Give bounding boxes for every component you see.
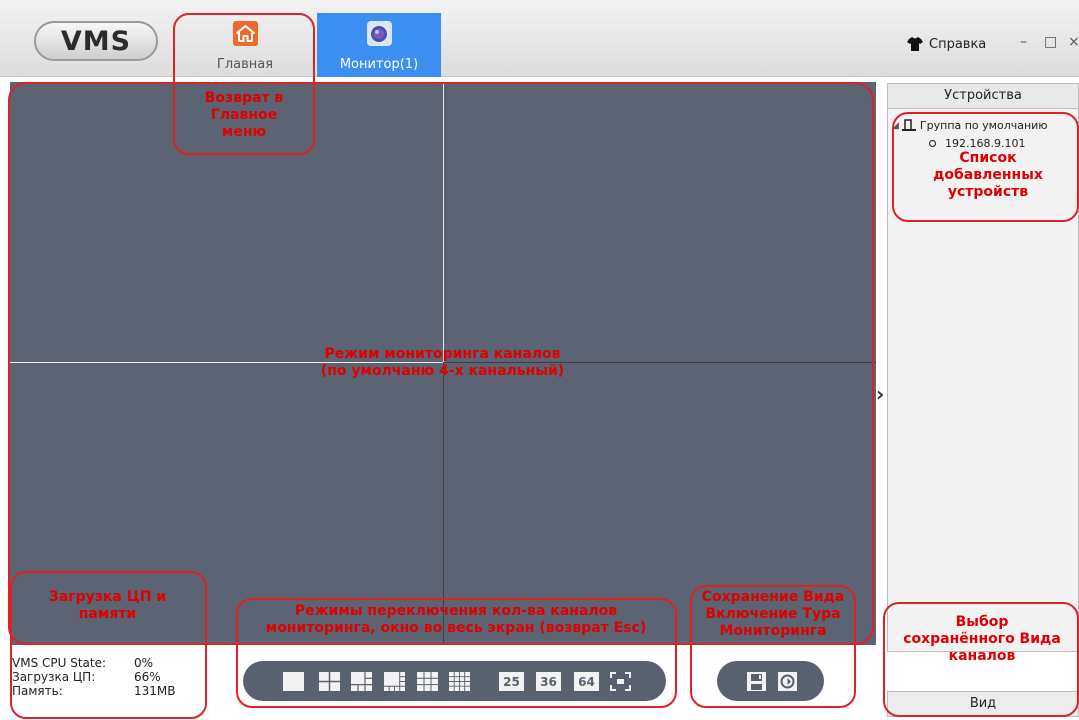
annotation-channels: Режим мониторинга каналов (по умолчаню 4… (320, 346, 565, 379)
devices-header[interactable]: Устройства (887, 83, 1079, 109)
annotation-devices: Список добавленных устройств (933, 150, 1043, 200)
annotation-save-view: Сохранение Вида Включение Тура Мониторин… (701, 589, 845, 639)
minimize-button[interactable]: – (1020, 34, 1027, 50)
close-button[interactable]: × (1068, 34, 1079, 50)
maximize-button[interactable]: □ (1044, 34, 1057, 50)
annotation-cpu: Загрузка ЦП и памяти (48, 589, 167, 622)
camera-icon (366, 21, 392, 46)
help-label: Справка (929, 36, 987, 52)
tab-monitor[interactable]: Монитор(1) (317, 13, 441, 77)
top-bar: VMS Главная Монитор(1) Справка – □ × (0, 0, 1079, 77)
annotation-saved-view: Выбор сохранённого Вида каналов (903, 614, 1061, 664)
collapse-panel-icon[interactable]: › (876, 382, 884, 406)
annotation-layouts: Режимы переключения кол-ва каналов монит… (265, 603, 647, 636)
help-button[interactable]: Справка (907, 36, 986, 52)
app-logo: VMS (34, 21, 158, 61)
shirt-icon (907, 37, 923, 51)
tab-monitor-label: Монитор(1) (339, 57, 419, 72)
